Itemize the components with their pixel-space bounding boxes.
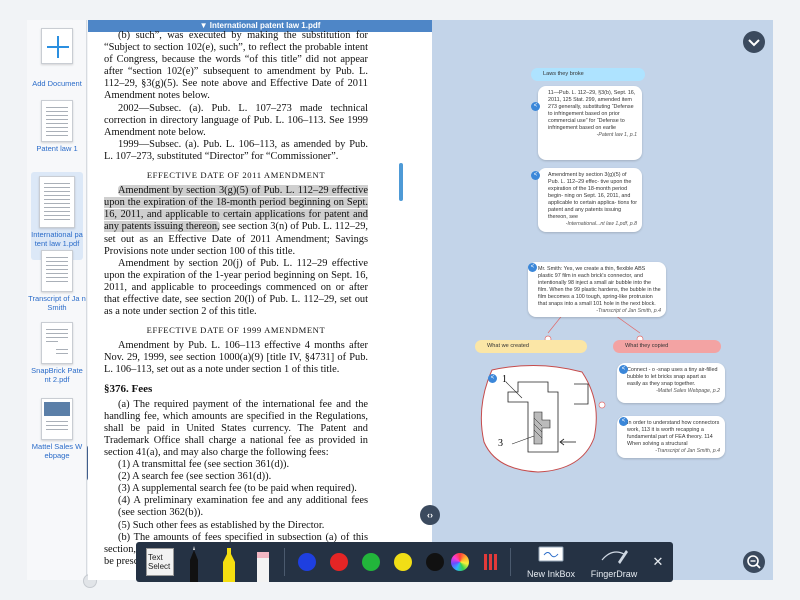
sidebar-item-label: International pa tent law 1.pdf [31, 230, 83, 248]
sidebar-item-transcript[interactable]: Transcript of Ja n Smith [27, 250, 87, 312]
color-picker-icon[interactable] [451, 553, 469, 571]
document-thumbnail [41, 398, 73, 440]
list-item: (2) A search fee (see section 361(d)). [118, 471, 272, 483]
inkbox-icon [538, 546, 564, 562]
tag-laws-they-broke[interactable]: Laws they broke [531, 68, 645, 81]
document-thumbnail [41, 100, 73, 142]
figure-label-3: 3 [498, 438, 503, 449]
card-text: Mr. Smith: Yes, we create a thin, flexib… [538, 266, 661, 307]
new-inkbox-button[interactable]: New InkBox [518, 542, 584, 582]
chevron-down-icon [748, 39, 760, 47]
evidence-card[interactable]: Amendment by section 3(g)(5) of Pub. L. … [538, 168, 642, 232]
evidence-card[interactable]: Connect - o -snap uses a tiny air-filled… [617, 363, 725, 403]
paragraph: (a) The required payment of the internat… [104, 398, 368, 458]
document-thumbnail [41, 250, 73, 292]
pane-swap-icon[interactable]: ‹› [420, 505, 440, 525]
sidebar-item-mattel-webpage[interactable]: Mattel Sales W ebpage [27, 398, 87, 460]
ink-toolbar: Text Select New InkBox FingerDraw ✕ [136, 542, 673, 582]
color-yellow-swatch[interactable] [394, 553, 412, 571]
card-source: -Transcript of Jan Smith, p.4 [655, 448, 720, 454]
link-arrow-icon[interactable]: < [531, 102, 540, 111]
eraser-tool[interactable] [254, 542, 272, 582]
sidebar-item-patent-law-1[interactable]: Patent law 1 [27, 100, 87, 153]
document-viewer: ▼ International patent law 1.pdf (b) suc… [88, 20, 432, 580]
stroke-width-icon [484, 554, 497, 570]
card-text: Amendment by section 3(g)(5) of Pub. L. … [548, 172, 637, 220]
add-document-label: Add Document [32, 79, 82, 88]
card-text: Connect - o -snap uses a tiny air-filled… [627, 367, 718, 387]
section-heading: EFFECTIVE DATE OF 2011 AMENDMENT [146, 170, 326, 181]
collapse-chevron-button[interactable] [743, 31, 765, 53]
mind-map-canvas[interactable]: Laws they broke 11—Pub. L. 112–29, §3(b)… [432, 20, 773, 580]
pen-width-tool[interactable] [482, 542, 498, 582]
color-blue-swatch[interactable] [298, 553, 316, 571]
document-sidebar: Add Document Patent law 1 International … [27, 20, 97, 588]
paragraph: (b) such”, was executed by making the su… [104, 30, 368, 102]
sidebar-item-snapbrick-patent[interactable]: SnapBrick Pate nt 2.pdf [27, 322, 87, 384]
finger-draw-label: FingerDraw [590, 569, 638, 579]
list-item: (4) A preliminary examination fee and an… [118, 495, 368, 519]
card-source: -Mattel Sales Webpage, p.2 [656, 388, 720, 394]
card-text: In order to understand how connectors wo… [627, 420, 720, 447]
new-inkbox-label: New InkBox [526, 569, 576, 579]
close-toolbar-button[interactable]: ✕ [648, 542, 668, 582]
zoom-out-icon [747, 555, 761, 569]
color-black-swatch[interactable] [426, 553, 444, 571]
section-heading: EFFECTIVE DATE OF 1999 AMENDMENT [146, 325, 326, 336]
tag-what-they-copied[interactable]: What they copied [613, 340, 721, 353]
link-arrow-icon[interactable]: < [531, 171, 540, 180]
color-red-swatch[interactable] [330, 553, 348, 571]
list-item: (1) A transmittal fee (see section 361(d… [118, 459, 290, 471]
sidebar-item-label: Patent law 1 [36, 144, 78, 153]
sidebar-item-label: Mattel Sales W ebpage [31, 442, 83, 460]
evidence-card[interactable]: In order to understand how connectors wo… [617, 416, 725, 458]
paragraph: 2002—Subsec. (a). Pub. L. 107–273 made t… [104, 102, 368, 138]
finger-draw-button[interactable]: FingerDraw [582, 542, 646, 582]
highlighter-icon [223, 548, 235, 582]
paragraph: Amendment by section 3(g)(5) of Pub. L. … [104, 185, 368, 258]
plus-icon [47, 36, 69, 58]
highlighter-tool[interactable] [220, 542, 238, 582]
paragraph: Amendment by section 20(j) of Pub. L. 11… [104, 257, 368, 318]
finger-draw-icon [601, 550, 628, 564]
color-green-swatch[interactable] [362, 553, 380, 571]
document-text[interactable]: (b) such”, was executed by making the su… [104, 30, 368, 568]
eraser-icon [257, 552, 269, 582]
evidence-card[interactable]: Mr. Smith: Yes, we create a thin, flexib… [528, 262, 666, 317]
sidebar-item-international-patent-law[interactable]: International pa tent law 1.pdf [27, 176, 87, 248]
card-source: -International...nt law 1.pdf, p.8 [565, 221, 637, 227]
figure-label-1: 1 [502, 374, 507, 385]
link-arrow-icon[interactable]: < [619, 417, 628, 426]
text-select-tool[interactable]: Text Select [142, 542, 176, 582]
link-arrow-icon[interactable]: < [528, 263, 537, 272]
evidence-card[interactable]: 11—Pub. L. 112–29, §3(b), Sept. 16, 2011… [538, 86, 642, 160]
link-arrow-icon[interactable]: < [488, 374, 497, 383]
document-thumbnail [39, 176, 75, 228]
card-source: -Patent law 1, p.1 [596, 132, 637, 138]
divider [510, 548, 511, 576]
sidebar-item-label: Transcript of Ja n Smith [28, 294, 86, 312]
section-title: §376. Fees [104, 382, 153, 395]
pen-icon [190, 546, 198, 582]
divider [284, 548, 285, 576]
document-thumbnail [41, 322, 73, 364]
add-document-button[interactable] [41, 28, 73, 64]
tag-what-we-created[interactable]: What we created [475, 340, 587, 353]
paragraph: 1999—Subsec. (a). Pub. L. 106–113, as am… [104, 138, 368, 162]
list-item: (5) Such other fees as established by th… [118, 519, 325, 531]
link-arrow-icon[interactable]: < [619, 365, 628, 374]
text-select-label: Text Select [148, 553, 171, 571]
scroll-indicator[interactable] [399, 163, 403, 201]
app-window: Add Document Patent law 1 International … [0, 0, 800, 600]
list-item: (3) A supplemental search fee (to be pai… [118, 483, 357, 495]
card-source: -Transcript of Jan Smith, p.4 [596, 308, 661, 314]
card-text: 11—Pub. L. 112–29, §3(b), Sept. 16, 2011… [548, 90, 636, 131]
sidebar-item-label: SnapBrick Pate nt 2.pdf [31, 366, 83, 384]
pen-tool[interactable] [186, 542, 202, 582]
paragraph: Amendment by Pub. L. 106–113 effective 4… [104, 340, 368, 376]
zoom-out-button[interactable] [743, 551, 765, 573]
